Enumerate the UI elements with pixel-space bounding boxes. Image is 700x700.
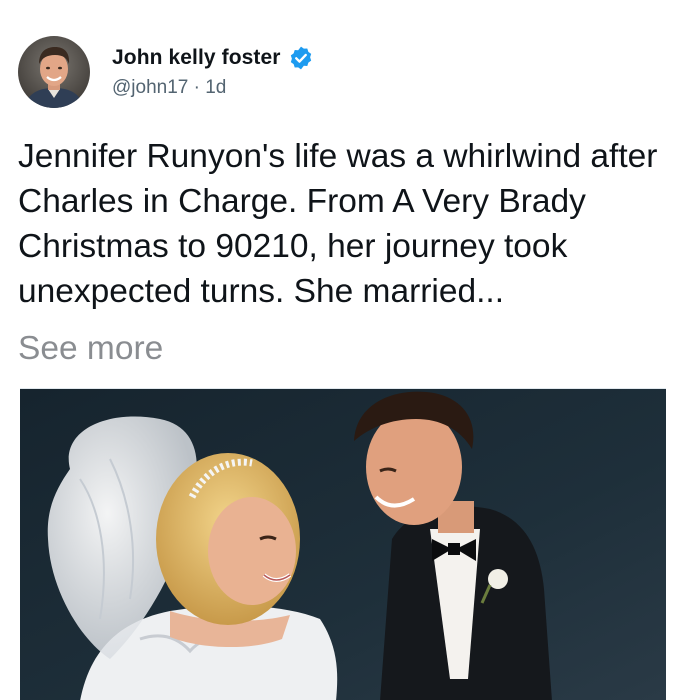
see-more-link[interactable]: See more xyxy=(18,326,163,371)
post-text: Jennifer Runyon's life was a whirlwind a… xyxy=(18,138,658,310)
profile-photo-icon xyxy=(18,36,90,108)
social-post: John kelly foster @john17 · 1d Jennifer … xyxy=(0,0,700,700)
meta-separator: · xyxy=(188,77,206,98)
verified-badge-icon xyxy=(288,45,314,71)
author-info: John kelly foster @john17 · 1d xyxy=(112,45,314,99)
post-header: John kelly foster @john17 · 1d xyxy=(18,36,314,108)
avatar[interactable] xyxy=(18,36,90,108)
name-row: John kelly foster xyxy=(112,45,314,71)
author-display-name[interactable]: John kelly foster xyxy=(112,46,281,70)
author-handle[interactable]: @john17 xyxy=(112,77,188,98)
post-photo[interactable] xyxy=(20,388,666,700)
author-meta: @john17 · 1d xyxy=(112,77,314,99)
wedding-photo-icon xyxy=(20,389,666,700)
post-age[interactable]: 1d xyxy=(205,77,226,98)
